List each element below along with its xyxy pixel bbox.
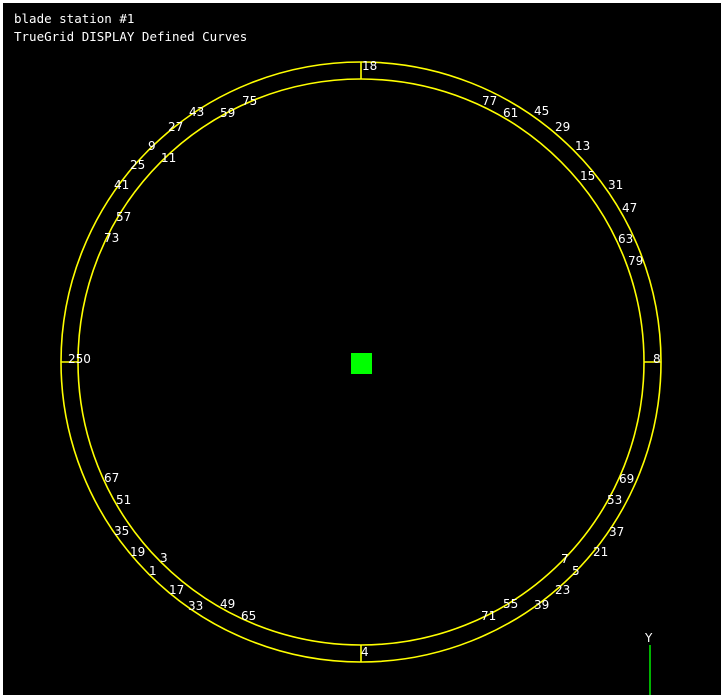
node-label: 250: [68, 352, 91, 366]
node-label: 15: [580, 169, 595, 183]
node-label: 37: [609, 525, 624, 539]
axis-triad: Y: [644, 631, 653, 695]
node-label: 21: [593, 545, 608, 559]
node-label: 47: [622, 201, 637, 215]
node-label: 67: [104, 471, 119, 485]
curve-plot: 188425075594327911254157737761 4529131531…: [60, 59, 662, 695]
y-axis-label: Y: [644, 631, 653, 645]
node-label: 75: [242, 94, 257, 108]
node-label: 9: [148, 139, 156, 153]
node-label: 41: [114, 178, 129, 192]
node-label: 4: [361, 645, 369, 659]
display-canvas[interactable]: blade station #1 TrueGrid DISPLAY Define…: [3, 3, 721, 695]
node-label: 35: [114, 524, 129, 538]
node-label: 8: [653, 352, 661, 366]
node-label: 18: [362, 59, 377, 73]
node-label: 43: [189, 105, 204, 119]
node-label: 7: [561, 552, 569, 566]
node-label: 53: [607, 493, 622, 507]
node-label: 13: [575, 139, 590, 153]
node-label: 29: [555, 120, 570, 134]
node-label: 17: [169, 583, 184, 597]
node-label: 73: [104, 231, 119, 245]
node-label: 33: [188, 599, 203, 613]
node-label: 3: [160, 551, 168, 565]
viewport-frame: blade station #1 TrueGrid DISPLAY Define…: [0, 0, 721, 695]
node-label: 45: [534, 104, 549, 118]
node-label: 77: [482, 94, 497, 108]
node-label: 11: [161, 151, 176, 165]
center-marker[interactable]: [351, 353, 372, 374]
node-label: 63: [618, 232, 633, 246]
node-label: 71: [481, 609, 496, 623]
node-label: 25: [130, 158, 145, 172]
node-label: 5: [572, 564, 580, 578]
node-label: 59: [220, 106, 235, 120]
node-label: 49: [220, 597, 235, 611]
node-label: 69: [619, 472, 634, 486]
node-label: 19: [130, 545, 145, 559]
node-label: 79: [628, 254, 643, 268]
node-label: 31: [608, 178, 623, 192]
node-label: 23: [555, 583, 570, 597]
node-label: 39: [534, 598, 549, 612]
node-label: 51: [116, 493, 131, 507]
node-label: 27: [168, 120, 183, 134]
node-label: 65: [241, 609, 256, 623]
node-label: 55: [503, 597, 518, 611]
node-label: 57: [116, 210, 131, 224]
node-label: 1: [149, 564, 157, 578]
node-label: 61: [503, 106, 518, 120]
